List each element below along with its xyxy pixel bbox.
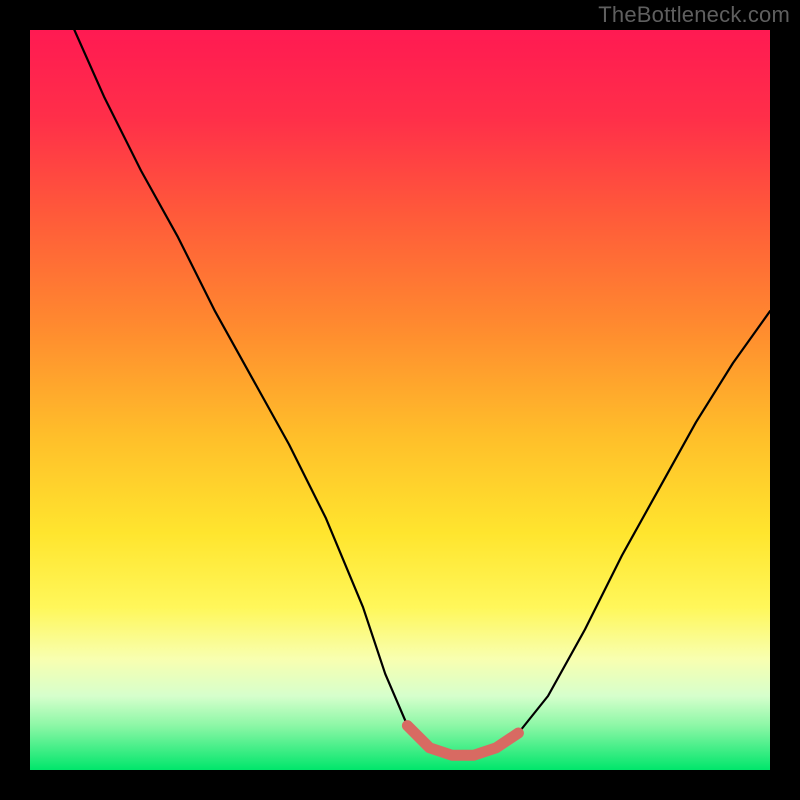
app-frame: TheBottleneck.com (0, 0, 800, 800)
chart-svg (30, 30, 770, 770)
chart-area (30, 30, 770, 770)
chart-background (30, 30, 770, 770)
watermark-text: TheBottleneck.com (598, 2, 790, 28)
